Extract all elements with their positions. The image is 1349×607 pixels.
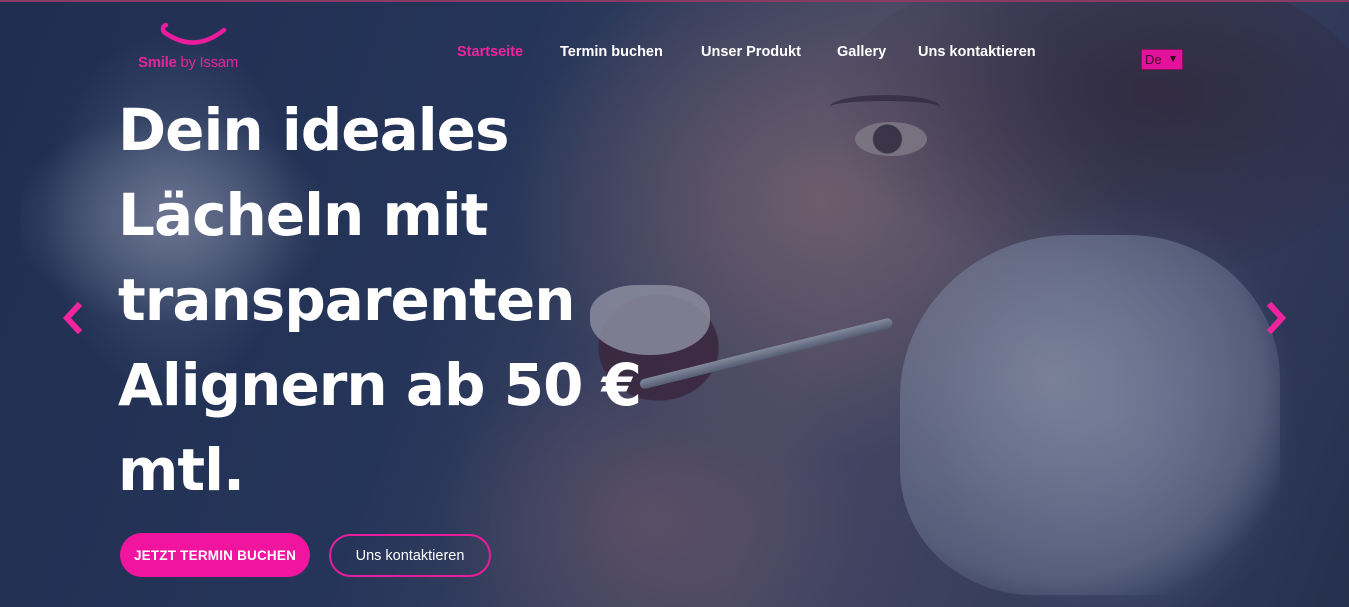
brand-name: Smile by Issam [138,54,238,71]
nav-item-termin-buchen[interactable]: Termin buchen [560,44,663,60]
brand-logo[interactable]: Smile by Issam [132,22,262,78]
hero-headline: Dein ideales Lächeln mit transparenten A… [118,88,758,513]
smile-logo-icon [160,22,227,45]
hero-headline-line: Alignern ab 50 € [118,351,642,419]
hero-headline-line: transparenten [118,266,576,334]
hero-headline-line: Lächeln mit [118,181,489,249]
hero-headline-line: mtl. [118,436,245,504]
top-border [0,0,1349,2]
carousel-next-button[interactable] [1261,300,1291,336]
brand-name-light: by Issam [176,54,239,71]
language-select[interactable]: De ▼ [1141,49,1183,70]
chevron-down-icon: ▼ [1168,54,1178,65]
nav-item-unser-produkt[interactable]: Unser Produkt [701,44,801,60]
chevron-right-icon [1266,301,1287,335]
nav-item-gallery[interactable]: Gallery [837,44,886,60]
hero-headline-line: Dein ideales [118,96,509,164]
chevron-left-icon [62,301,83,335]
carousel-prev-button[interactable] [58,300,88,336]
hero-section: Smile by Issam Startseite Termin buchen … [0,0,1349,607]
book-appointment-button[interactable]: JETZT TERMIN BUCHEN [120,533,310,577]
brand-name-bold: Smile [138,54,177,71]
nav-item-uns-kontaktieren[interactable]: Uns kontaktieren [918,44,1036,60]
language-select-value: De [1145,52,1162,67]
contact-us-button[interactable]: Uns kontaktieren [329,534,491,577]
nav-item-startseite[interactable]: Startseite [457,44,523,60]
